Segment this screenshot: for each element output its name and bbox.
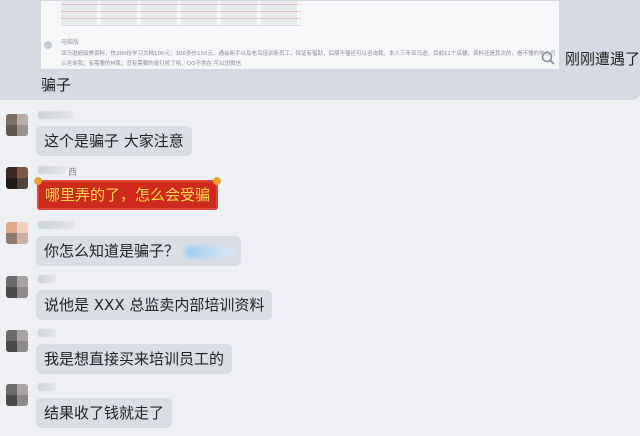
sender-name-suffix: 西 (68, 168, 78, 178)
message-text: 刚刚遭遇了 (565, 50, 640, 68)
sender-name (38, 329, 56, 337)
avatar[interactable] (6, 222, 28, 244)
shared-image-caption: 电脑版 (61, 39, 80, 46)
sender-name (38, 111, 74, 119)
shared-message-bubble: 电脑版 亚马逊超级美资料，快200份学习文档100元；300多份150元，通会新… (0, 0, 640, 100)
message-bubble: 我是想直接买来培训员工的 (36, 344, 233, 374)
sticker-icon (185, 245, 234, 258)
sender-name (38, 383, 56, 391)
message-bubble-red: 哪里弄的了，怎么会受骗 (33, 177, 222, 210)
sender-name (38, 166, 66, 174)
chat-message: 说他是 XXX 总监卖内部培训资料 (0, 272, 640, 328)
source-icon (44, 41, 52, 49)
zoom-icon[interactable] (540, 50, 556, 66)
message-bubble: 这个是骗子 大家注意 (36, 126, 192, 156)
chat-message: 西 哪里弄的了，怎么会受骗 (0, 163, 640, 219)
sender-name (38, 221, 74, 229)
chat-message: 我是想直接买来培训员工的 (0, 326, 640, 382)
chat-message: 你怎么知道是骗子？ (0, 218, 640, 274)
sender-name (38, 275, 56, 283)
avatar[interactable] (6, 384, 28, 406)
chat-message: 这个是骗子 大家注意 (0, 108, 640, 164)
avatar[interactable] (6, 167, 28, 189)
message-bubble: 你怎么知道是骗子？ (36, 236, 242, 266)
shared-screenshot-image[interactable]: 电脑版 亚马逊超级美资料，快200份学习文档100元；300多份150元，通会新… (40, 0, 560, 70)
message-bubble: 说他是 XXX 总监卖内部培训资料 (36, 290, 273, 320)
shared-screenshot-thumbnail-grid (61, 1, 301, 26)
avatar[interactable] (6, 114, 28, 136)
message-bubble: 结果收了钱就走了 (36, 398, 173, 428)
message-text-continued: 骗子 (41, 76, 72, 94)
shared-image-description: 亚马逊超级美资料，快200份学习文档100元；300多份150元，通会新手以及老… (61, 51, 556, 67)
avatar[interactable] (6, 330, 28, 352)
chat-message: 结果收了钱就走了 (0, 380, 640, 436)
message-text: 你怎么知道是骗子？ (44, 242, 180, 260)
avatar[interactable] (6, 276, 28, 298)
